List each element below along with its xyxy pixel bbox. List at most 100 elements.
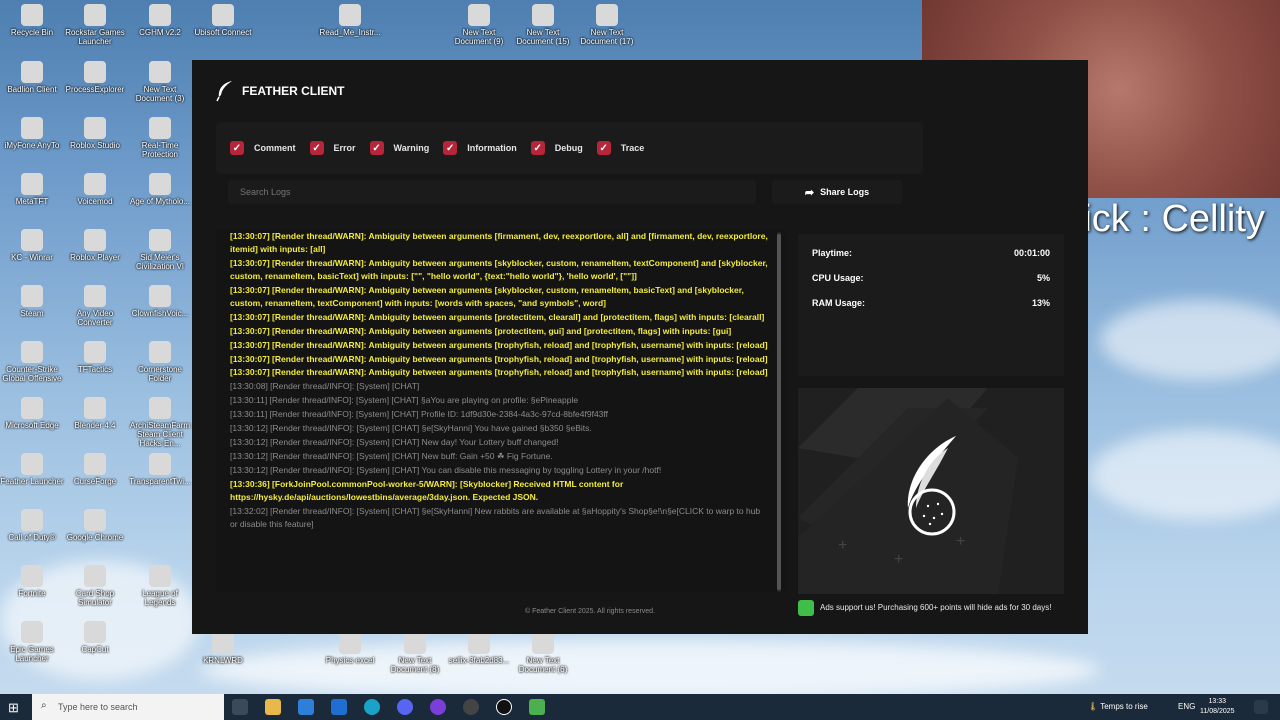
search-logs-input[interactable] bbox=[228, 180, 756, 204]
checkbox-icon[interactable]: ✓ bbox=[596, 141, 611, 155]
app-icon bbox=[21, 285, 43, 307]
app-icon bbox=[21, 621, 43, 643]
desktop-icon[interactable]: Ubisoft Connect bbox=[191, 4, 255, 37]
app-icon bbox=[84, 229, 106, 251]
share-icon: ➦ bbox=[804, 186, 815, 199]
file-explorer-icon[interactable] bbox=[265, 699, 281, 715]
desktop-icon[interactable]: Fortnite bbox=[0, 565, 64, 598]
desktop-icon[interactable]: ProcessExplorer bbox=[63, 61, 127, 94]
desktop-icon[interactable]: Voicemod bbox=[63, 173, 127, 206]
log-panel[interactable]: [13:30:07] [Render thread/WARN]: Ambigui… bbox=[216, 230, 786, 592]
desktop-icon-label: Voicemod bbox=[77, 197, 113, 206]
minecraft-icon[interactable] bbox=[529, 699, 545, 715]
filter-information[interactable]: ✓ Information bbox=[443, 141, 517, 155]
desktop-icon-label: CGHM v2.2 bbox=[139, 28, 181, 37]
desktop-icon[interactable]: Physics excel bbox=[318, 632, 382, 665]
ad-banner[interactable]: + + + bbox=[798, 388, 1064, 594]
desktop-icon[interactable]: TransparentTwi... bbox=[128, 453, 192, 486]
desktop-icon[interactable]: Read_Me_Instr... bbox=[318, 4, 382, 37]
desktop-icon[interactable]: sellix-3fab2d83... bbox=[447, 632, 511, 665]
desktop-icon[interactable]: ClownfishVoic... bbox=[128, 285, 192, 318]
desktop-icon[interactable]: Microsoft Edge bbox=[0, 397, 64, 430]
desktop-icon[interactable]: Card Shop Simulator bbox=[63, 565, 127, 607]
edge-icon[interactable] bbox=[364, 699, 380, 715]
filter-trace[interactable]: ✓ Trace bbox=[596, 141, 644, 155]
filter-label: Warning bbox=[393, 143, 430, 153]
desktop-icon[interactable]: Any Video Converter bbox=[63, 285, 127, 327]
desktop-icon[interactable]: KC - Winrar bbox=[0, 229, 64, 262]
mail-icon[interactable] bbox=[298, 699, 314, 715]
desktop-icon[interactable]: New Text Document (3) bbox=[128, 61, 192, 103]
desktop-icon[interactable]: New Text Document (15) bbox=[511, 4, 575, 46]
share-logs-button[interactable]: ➦ Share Logs bbox=[772, 180, 902, 204]
checkbox-icon[interactable]: ✓ bbox=[443, 141, 458, 155]
desktop-icon[interactable]: Call of Duty® bbox=[0, 509, 64, 542]
desktop-icon[interactable]: CapCut bbox=[63, 621, 127, 654]
desktop-icon-label: Roblox Studio bbox=[70, 141, 120, 150]
taskbar-search-box[interactable]: ⌕ Type here to search bbox=[32, 694, 224, 720]
desktop-icon[interactable]: CGHM v2.2 bbox=[128, 4, 192, 37]
scrollbar-thumb[interactable] bbox=[777, 234, 781, 590]
log-scrollbar[interactable] bbox=[777, 232, 781, 592]
filter-error[interactable]: ✓ Error bbox=[309, 141, 356, 155]
desktop-icon[interactable]: TFTactics bbox=[63, 341, 127, 374]
desktop-icon[interactable]: Google Chrome bbox=[63, 509, 127, 542]
desktop-icon[interactable]: CurseForge bbox=[63, 453, 127, 486]
desktop-icon[interactable]: Steam bbox=[0, 285, 64, 318]
desktop-icon[interactable]: Feather Launcher bbox=[0, 453, 64, 486]
desktop-icon-label: Feather Launcher bbox=[0, 477, 64, 486]
desktop-icon[interactable]: Rockstar Games Launcher bbox=[63, 4, 127, 46]
desktop-icon-label: Read_Me_Instr... bbox=[319, 28, 381, 37]
desktop-icon-label: New Text Document (8) bbox=[390, 656, 440, 674]
checkbox-icon[interactable]: ✓ bbox=[309, 141, 324, 155]
desktop-icon[interactable]: New Text Document (17) bbox=[575, 4, 639, 46]
notification-icon[interactable] bbox=[1254, 700, 1268, 714]
filter-warning[interactable]: ✓ Warning bbox=[369, 141, 430, 155]
desktop-icon[interactable]: Roblox Player bbox=[63, 229, 127, 262]
desktop-icon[interactable]: Epic Games Launcher bbox=[0, 621, 64, 663]
desktop-icon-label: New Text Document (17) bbox=[580, 28, 634, 46]
desktop-icon[interactable]: Age of Mytholo... bbox=[128, 173, 192, 206]
taskbar-search-placeholder: Type here to search bbox=[58, 702, 138, 712]
desktop-icon[interactable]: Sid Meier's Civilization VI bbox=[128, 229, 192, 271]
desktop-icon[interactable]: Counter-Strike Global Offensive bbox=[0, 341, 64, 383]
language-indicator[interactable]: ENG bbox=[1178, 702, 1195, 711]
filter-comment[interactable]: ✓ Comment bbox=[230, 141, 296, 155]
desktop-icon[interactable]: ArchiSteamFarm Steam Client Hacks En... bbox=[128, 397, 192, 448]
checkbox-icon[interactable]: ✓ bbox=[369, 141, 384, 155]
desktop-icon[interactable]: MetaTFT bbox=[0, 173, 64, 206]
stat-row: Playtime: 00:01:00 bbox=[812, 248, 1050, 258]
desktop-icon[interactable]: Cornerstone Folder bbox=[128, 341, 192, 383]
clock-date: 11/08/2025 bbox=[1200, 708, 1235, 715]
store-icon[interactable] bbox=[331, 699, 347, 715]
desktop-icon[interactable]: Blender 4.4 bbox=[63, 397, 127, 430]
log-line: [13:30:07] [Render thread/WARN]: Ambigui… bbox=[230, 258, 768, 281]
discord-icon[interactable] bbox=[397, 699, 413, 715]
desktop-icon[interactable]: Badlion Client bbox=[0, 61, 64, 94]
desktop-icon[interactable]: iMyFone AnyTo bbox=[0, 117, 64, 150]
obs-icon[interactable] bbox=[463, 699, 479, 715]
desktop-icon[interactable]: New Text Document (6) bbox=[511, 632, 575, 674]
desktop-icon[interactable]: Recycle Bin bbox=[0, 4, 64, 37]
desktop-icon-label: ArchiSteamFarm Steam Client Hacks En... bbox=[129, 421, 190, 448]
desktop-icon[interactable]: League of Legends bbox=[128, 565, 192, 607]
checkbox-icon[interactable]: ✓ bbox=[230, 141, 244, 155]
desktop-icon[interactable]: New Text Document (8) bbox=[383, 632, 447, 674]
desktop-icon[interactable]: New Text Document (9) bbox=[447, 4, 511, 46]
twitch-app-icon[interactable] bbox=[430, 699, 446, 715]
desktop-icon[interactable]: Real-Time Protection bbox=[128, 117, 192, 159]
app-icon bbox=[149, 61, 171, 83]
windows-start-icon[interactable]: ⊞ bbox=[8, 700, 19, 716]
log-line: [13:30:08] [Render thread/INFO]: [System… bbox=[230, 381, 420, 391]
clock[interactable]: 13:33 11/08/2025 bbox=[1200, 697, 1235, 717]
svg-text:+: + bbox=[838, 537, 847, 554]
filter-debug[interactable]: ✓ Debug bbox=[530, 141, 583, 155]
stat-value: 00:01:00 bbox=[1013, 248, 1050, 258]
desktop-icon[interactable]: Roblox Studio bbox=[63, 117, 127, 150]
task-view-icon[interactable] bbox=[232, 699, 248, 715]
app-icon bbox=[149, 117, 171, 139]
weather-widget[interactable]: 🌡 Temps to rise bbox=[1088, 702, 1148, 711]
desktop-icon[interactable]: KRNLWRD bbox=[191, 632, 255, 665]
checkbox-icon[interactable]: ✓ bbox=[530, 141, 545, 155]
feather-taskbar-icon[interactable] bbox=[496, 699, 512, 715]
